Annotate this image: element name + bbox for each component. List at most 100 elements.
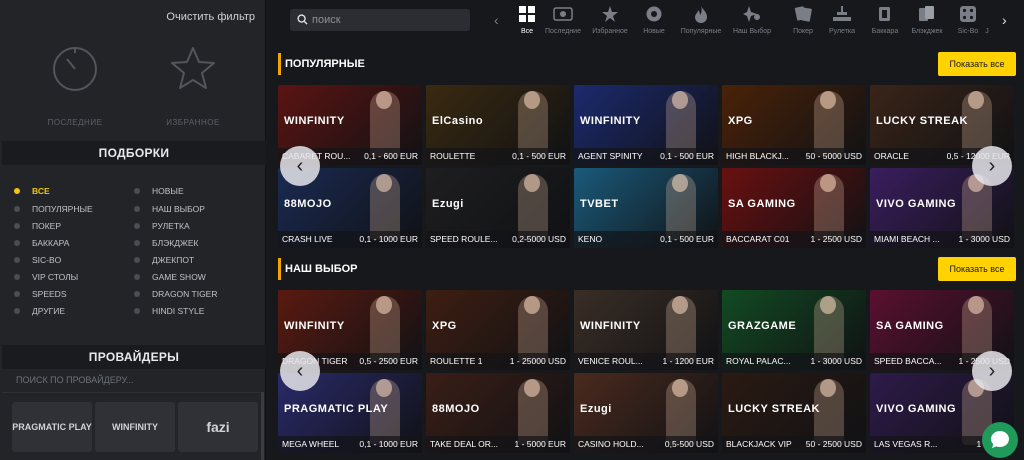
divider	[2, 392, 260, 393]
recent-filter[interactable]: ПОСЛЕДНИЕ	[45, 44, 105, 127]
dealer-image	[968, 296, 984, 314]
bet-limit: 50 - 2500 USD	[805, 439, 862, 449]
category-poker[interactable]: ПОКЕР	[14, 221, 61, 231]
category-other[interactable]: ДРУГИЕ	[14, 306, 65, 316]
chevron-right-icon: ›	[988, 154, 996, 177]
category-sicbo[interactable]: SIC-BO	[14, 255, 61, 265]
bet-limit: 0,1 - 500 EUR	[660, 234, 714, 244]
dot-icon	[14, 290, 20, 297]
dot-icon	[14, 256, 20, 263]
game-tile[interactable]: WINFINITY AGENT SPINITY 0,1 - 500 EUR	[574, 85, 718, 165]
carousel-next-button[interactable]: ›	[972, 351, 1012, 391]
provider-logo: XPG	[432, 320, 457, 332]
provider-winfinity[interactable]: WINFINITY	[95, 402, 175, 452]
category-blackjack[interactable]: БЛЭКДЖЕК	[134, 238, 198, 248]
provider-fazi[interactable]: fazi	[178, 402, 258, 452]
jackpot-icon	[980, 4, 994, 24]
nav-our-choice[interactable]: Наш Выбор	[727, 4, 777, 35]
provider-pragmatic-play[interactable]: PRAGMATIC PLAY	[12, 402, 92, 452]
bet-limit: 1 - 25000 USD	[509, 356, 566, 366]
new-badge-icon	[629, 4, 679, 24]
bet-limit: 0,5 - 2500 EUR	[359, 356, 418, 366]
game-tile[interactable]: XPG ROULETTE 1 1 - 25000 USD	[426, 290, 570, 370]
game-tile[interactable]: Ezugi CASINO HOLD... 0,5-500 USD	[574, 373, 718, 453]
dealer-image	[672, 379, 688, 397]
provider-logo: Ezugi	[580, 403, 612, 415]
category-all[interactable]: ВСЕ	[14, 186, 50, 196]
dealer-image	[672, 174, 688, 192]
carousel-prev-button[interactable]: ‹	[280, 351, 320, 391]
chat-button[interactable]	[982, 422, 1018, 458]
nav-popular[interactable]: Популярные	[676, 4, 726, 35]
dot-icon	[134, 187, 140, 194]
dot-icon	[134, 307, 140, 314]
carousel-prev-button[interactable]: ‹	[280, 146, 320, 186]
dealer-image	[376, 91, 392, 109]
category-dragon-tiger[interactable]: DRAGON TIGER	[134, 289, 218, 299]
category-popular[interactable]: ПОПУЛЯРНЫЕ	[14, 204, 93, 214]
category-new[interactable]: НОВЫЕ	[134, 186, 184, 196]
category-vip[interactable]: VIP СТОЛЫ	[14, 272, 78, 282]
chat-bubble-icon	[991, 431, 1009, 448]
chevron-right-icon[interactable]: ›	[1002, 12, 1007, 28]
provider-logo: TVBET	[580, 198, 619, 210]
dealer-image	[820, 296, 836, 314]
provider-logo: 88MOJO	[432, 403, 480, 415]
category-game-show[interactable]: GAME SHOW	[134, 272, 206, 282]
carousel-next-button[interactable]: ›	[972, 146, 1012, 186]
game-tile[interactable]: GRAZGAME ROYAL PALAC... 1 - 3000 USD	[722, 290, 866, 370]
category-roulette[interactable]: РУЛЕТКА	[134, 221, 190, 231]
dot-icon	[134, 290, 140, 297]
game-name: MIAMI BEACH ...	[874, 234, 940, 244]
bet-limit: 0,5-500 USD	[664, 439, 714, 449]
chevron-left-icon: ‹	[296, 154, 304, 177]
nav-jackpot[interactable]: J	[980, 4, 994, 35]
dealer-image	[524, 379, 540, 397]
game-name: BLACKJACK VIP	[726, 439, 792, 449]
dealer-image	[820, 174, 836, 192]
game-search-input[interactable]: поиск	[290, 9, 470, 31]
fire-icon	[676, 4, 726, 24]
provider-logo: 88MOJO	[284, 198, 332, 210]
category-speeds[interactable]: SPEEDS	[14, 289, 67, 299]
dot-icon	[134, 205, 140, 212]
favorites-filter[interactable]: ИЗБРАННОЕ	[163, 44, 223, 127]
game-tile[interactable]: TVBET KENO 0,1 - 500 EUR	[574, 168, 718, 248]
game-tile[interactable]: SA GAMING BACCARAT C01 1 - 2500 USD	[722, 168, 866, 248]
nav-new[interactable]: Новые	[629, 4, 679, 35]
game-tile[interactable]: LUCKY STREAK BLACKJACK VIP 50 - 2500 USD	[722, 373, 866, 453]
game-tile[interactable]: ElCasino ROULETTE 0,1 - 500 EUR	[426, 85, 570, 165]
sidebar-scrollbar[interactable]	[261, 392, 264, 460]
game-tile[interactable]: XPG HIGH BLACKJ... 50 - 5000 USD	[722, 85, 866, 165]
game-tile[interactable]: 88MOJO TAKE DEAL OR... 1 - 5000 EUR	[426, 373, 570, 453]
game-tile[interactable]: Ezugi SPEED ROULE... 0,2-5000 USD	[426, 168, 570, 248]
dot-icon	[14, 273, 20, 280]
recent-icon	[538, 4, 588, 24]
game-name: VENICE ROUL...	[578, 356, 643, 366]
game-name: BACCARAT C01	[726, 234, 790, 244]
dealer-image	[820, 91, 836, 109]
show-all-button[interactable]: Показать все	[938, 52, 1016, 76]
dot-icon	[134, 256, 140, 263]
game-name: ORACLE	[874, 151, 909, 161]
star-icon	[168, 44, 218, 94]
clock-icon	[50, 44, 100, 94]
provider-logo: WINFINITY	[284, 320, 345, 332]
category-baccarat[interactable]: БАККАРА	[14, 238, 69, 248]
category-our-choice[interactable]: НАШ ВЫБОР	[134, 204, 205, 214]
bet-limit: 0,1 - 1000 EUR	[359, 234, 418, 244]
clear-filter-link[interactable]: Очистить фильтр	[166, 11, 255, 23]
category-hindi-style[interactable]: HINDI STYLE	[134, 306, 204, 316]
category-jackpot[interactable]: ДЖЕКПОТ	[134, 255, 194, 265]
show-all-button[interactable]: Показать все	[938, 257, 1016, 281]
game-tile[interactable]: WINFINITY VENICE ROUL... 1 - 1200 EUR	[574, 290, 718, 370]
provider-search-input[interactable]: ПОИСК ПО ПРОВАЙДЕРУ...	[16, 375, 134, 385]
chevron-left-icon[interactable]: ‹	[494, 12, 499, 28]
nav-favorites[interactable]: Избранное	[585, 4, 635, 35]
game-name: ROYAL PALAC...	[726, 356, 791, 366]
dealer-image	[524, 296, 540, 314]
nav-recent[interactable]: Последние	[538, 4, 588, 35]
game-name: LAS VEGAS R...	[874, 439, 938, 449]
provider-logo: VIVO GAMING	[876, 198, 957, 210]
active-dot-icon	[14, 187, 20, 194]
